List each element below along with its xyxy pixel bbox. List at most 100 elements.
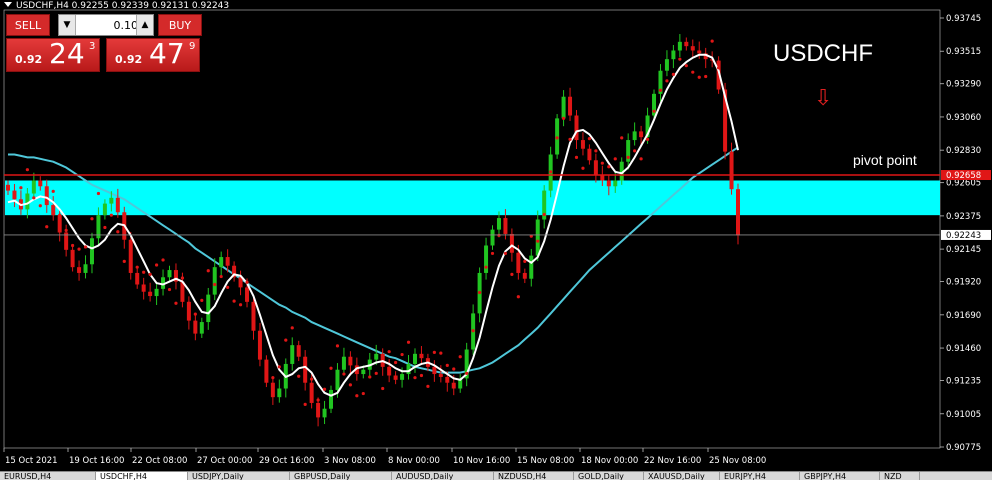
parabolic-sar-dot xyxy=(96,191,101,196)
parabolic-sar-dot xyxy=(465,371,469,375)
sell-price-button[interactable]: 0.92 24 3 xyxy=(6,37,100,72)
candle-body xyxy=(387,366,392,376)
parabolic-sar-dot xyxy=(90,217,94,221)
candle-body xyxy=(561,96,566,119)
parabolic-sar-dot xyxy=(148,272,152,276)
candle-body xyxy=(529,255,534,279)
parabolic-sar-dot xyxy=(645,137,650,141)
candle-body xyxy=(25,193,30,210)
parabolic-sar-dot xyxy=(232,299,236,303)
x-axis-label: 29 Oct 16:00 xyxy=(259,456,314,466)
lot-increase-icon[interactable]: ▲ xyxy=(136,15,153,35)
parabolic-sar-dot xyxy=(497,233,501,237)
candle-body xyxy=(296,345,301,357)
parabolic-sar-dot xyxy=(284,338,288,342)
candle-body xyxy=(128,239,133,273)
candle-body xyxy=(412,353,417,364)
candle-body xyxy=(361,369,366,375)
candle-body xyxy=(503,218,508,234)
parabolic-sar-dot xyxy=(45,225,49,229)
candle-body xyxy=(406,363,411,375)
parabolic-sar-dot xyxy=(587,137,592,141)
parabolic-sar-dot xyxy=(200,298,204,302)
parabolic-sar-dot xyxy=(193,312,197,316)
parabolic-sar-dot xyxy=(154,263,159,267)
current-price-label: 0.92243 xyxy=(946,231,981,241)
candle-body xyxy=(141,284,146,292)
candle-body xyxy=(154,288,159,297)
parabolic-sar-dot xyxy=(297,374,301,378)
candle-body xyxy=(109,197,114,204)
candle-body xyxy=(684,41,689,47)
parabolic-sar-dot xyxy=(71,243,75,248)
candle-body xyxy=(587,148,592,161)
parabolic-sar-dot xyxy=(135,265,139,269)
parabolic-sar-dot xyxy=(38,204,42,208)
candle-body xyxy=(167,270,172,278)
parabolic-sar-dot xyxy=(542,212,546,217)
parabolic-sar-dot xyxy=(432,350,436,354)
lot-size-input[interactable] xyxy=(76,15,140,35)
parabolic-sar-dot xyxy=(600,161,604,165)
lot-size-stepper[interactable]: ▼ ▲ xyxy=(58,14,154,36)
candle-body xyxy=(89,238,94,265)
parabolic-sar-dot xyxy=(355,394,359,398)
parabolic-sar-dot xyxy=(419,373,424,378)
candle-body xyxy=(639,131,644,138)
parabolic-sar-dot xyxy=(561,116,566,120)
candle-body xyxy=(38,180,43,187)
parabolic-sar-dot xyxy=(129,247,133,251)
buy-button[interactable]: BUY xyxy=(158,14,202,36)
candle-body xyxy=(671,50,676,60)
y-axis-label: 0.91005 xyxy=(946,410,981,420)
x-axis-label: 10 Nov 16:00 xyxy=(453,456,510,466)
parabolic-sar-dot xyxy=(32,196,36,200)
candle-body xyxy=(535,219,540,256)
candle-body xyxy=(677,41,682,51)
parabolic-sar-dot xyxy=(64,228,68,232)
parabolic-sar-dot xyxy=(77,247,81,251)
candle-body xyxy=(606,180,611,187)
candle-body xyxy=(115,197,120,213)
chart-title: USDCHF,H4 0.92255 0.92339 0.92131 0.9224… xyxy=(4,0,229,12)
y-axis-label: 0.92145 xyxy=(946,245,981,255)
parabolic-sar-dot xyxy=(516,295,520,299)
parabolic-sar-dot xyxy=(342,372,346,376)
lot-decrease-icon[interactable]: ▼ xyxy=(59,15,76,35)
candle-body xyxy=(83,264,88,273)
candle-body xyxy=(77,267,82,273)
parabolic-sar-dot xyxy=(374,371,378,375)
parabolic-sar-dot xyxy=(58,213,62,217)
y-axis-label: 0.92375 xyxy=(946,212,981,222)
parabolic-sar-dot xyxy=(717,66,721,70)
candle-body xyxy=(393,375,398,380)
candle-body xyxy=(438,374,443,377)
parabolic-sar-dot xyxy=(523,259,527,263)
parabolic-sar-dot xyxy=(581,166,585,170)
parabolic-sar-dot xyxy=(187,301,191,305)
candle-body xyxy=(212,267,217,295)
candle-body xyxy=(613,180,618,187)
candle-body xyxy=(31,180,36,194)
parabolic-sar-dot xyxy=(226,285,230,289)
sell-price-prefix: 0.92 xyxy=(15,53,43,66)
parabolic-sar-dot xyxy=(697,75,701,79)
candle-body xyxy=(277,388,282,398)
parabolic-sar-dot xyxy=(691,70,695,74)
y-axis-label: 0.90775 xyxy=(946,443,981,453)
parabolic-sar-dot xyxy=(103,225,107,230)
buy-price-button[interactable]: 0.92 47 9 xyxy=(106,37,200,72)
parabolic-sar-dot xyxy=(83,245,88,249)
y-axis-label: 0.93060 xyxy=(946,113,981,123)
parabolic-sar-dot xyxy=(387,350,391,354)
parabolic-sar-dot xyxy=(271,376,275,380)
candle-body xyxy=(335,369,340,390)
parabolic-sar-dot xyxy=(620,136,624,140)
candle-body xyxy=(496,218,501,230)
parabolic-sar-dot xyxy=(238,303,243,307)
parabolic-sar-dot xyxy=(652,109,656,113)
fast-moving-average-line xyxy=(7,53,739,397)
sell-button[interactable]: SELL xyxy=(6,14,50,36)
parabolic-sar-dot xyxy=(678,57,682,61)
buy-price-fraction: 9 xyxy=(189,41,196,52)
